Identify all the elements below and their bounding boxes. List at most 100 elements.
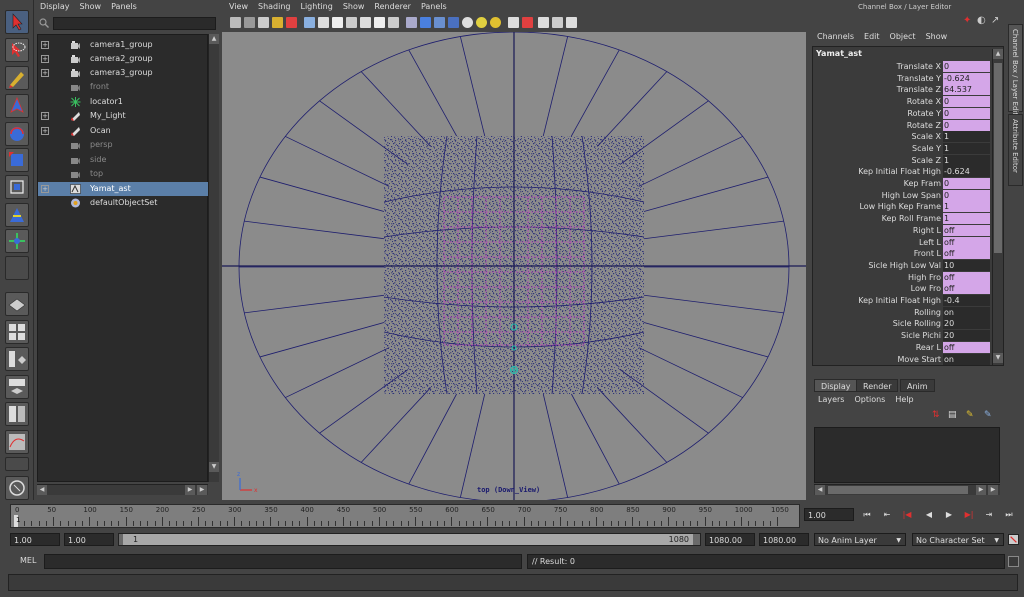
scroll-right-end-icon[interactable]: ▶ [197,485,207,495]
channel-row[interactable]: Rotate X0 [813,96,991,108]
channel-name[interactable]: Rotate Y [907,108,941,119]
viewport-menu-show[interactable]: Show [338,0,370,14]
channel-value-field[interactable]: 1 [943,142,990,154]
channel-row[interactable]: Translate Z 64.537 [813,84,991,96]
channel-name[interactable]: Front L [914,248,941,259]
range-slider[interactable]: 1 1080 [118,533,701,546]
layer-menu-options[interactable]: Options [849,393,890,407]
show-manipulator-icon[interactable] [5,229,29,253]
scroll-down-icon[interactable]: ▼ [209,462,219,472]
channel-value-field[interactable]: 0 [943,61,990,72]
channelbox-menu-channels[interactable]: Channels [810,30,859,44]
channel-name[interactable]: High Low Span [882,190,941,201]
outliner-item[interactable]: front [38,80,208,94]
channel-name[interactable]: Sicle Pichi [901,330,941,341]
channel-name[interactable]: Translate Y [897,73,941,84]
channelbox-menu-edit[interactable]: Edit [859,30,885,44]
persp-graph-layout-icon[interactable] [5,347,29,371]
channel-name[interactable]: Kep Fram [904,178,941,189]
play-backwards-icon[interactable]: ◀ [922,508,936,522]
channel-row[interactable]: High Low Span 0 [813,189,991,201]
character-set-dropdown[interactable]: No Character Set ▼ [912,533,1004,546]
attribute-editor-toggle-icon[interactable]: ↗ [991,15,999,26]
channel-name[interactable]: Scale X [911,131,941,142]
go-to-start-icon[interactable]: ⏮ [860,508,874,522]
channel-value-field[interactable]: -0.4 [943,295,990,306]
tab-render[interactable]: Render [856,379,899,392]
command-language-label[interactable]: MEL [20,556,36,565]
wireframe-on-shaded-icon[interactable] [434,17,445,28]
channel-row[interactable]: Scale Z1 [813,154,991,166]
layer-options-icon[interactable]: ✎ [984,410,992,420]
channel-value-field[interactable]: 1 [943,201,990,213]
time-slider[interactable]: 0 50 100 150 200 250 300 350 400 450 500 550 600 650 7… [10,504,800,528]
scale-tool-icon[interactable] [5,148,29,172]
textured-icon[interactable] [448,17,459,28]
channel-value-field[interactable]: off [943,236,990,248]
channel-name[interactable]: Low High Kep Frame [859,201,941,212]
channel-name[interactable]: Kep Initial Float High [858,295,941,306]
channel-row[interactable]: Kep Initial Float High -0.4 [813,295,991,306]
expand-icon[interactable]: + [41,69,49,77]
channel-row[interactable]: Move Start on [813,353,991,365]
single-view-layout-icon[interactable] [5,292,29,316]
outliner-menu-panels[interactable]: Panels [106,0,142,14]
select-camera-icon[interactable] [230,17,241,28]
channel-value-field[interactable]: 1 [943,213,990,225]
move-tool-icon[interactable] [5,94,29,118]
scroll-left-icon[interactable]: ◀ [815,485,825,495]
smooth-shade-icon[interactable] [420,17,431,28]
expand-icon[interactable]: + [41,41,49,49]
channel-row[interactable]: Left Loff [813,236,991,248]
isolate-select-icon[interactable] [508,17,519,28]
layer-menu-layers[interactable]: Layers [812,393,849,407]
channel-row[interactable]: Rotate Z0 [813,119,991,131]
channel-value-field[interactable]: 20 [943,330,990,342]
four-view-layout-icon[interactable] [5,320,29,344]
channel-box-toggle-icon[interactable]: ✦ [963,15,971,26]
outliner-item[interactable]: locator1 [38,95,208,109]
channel-row[interactable]: Sicle Rolling 20 [813,318,991,330]
outliner-item[interactable]: persp [38,138,208,152]
persp-outliner-layout-icon[interactable] [5,375,29,399]
scroll-down-icon[interactable]: ▼ [993,353,1003,363]
scroll-thumb[interactable] [828,486,968,494]
channel-row[interactable]: Kep Initial Float High -0.624 [813,166,991,178]
channel-name[interactable]: Translate Z [897,84,941,95]
channel-row[interactable]: Scale Y1 [813,142,991,154]
channel-name[interactable]: Move Start [897,354,941,365]
anim-layer-dropdown[interactable]: No Anim Layer ▼ [814,533,906,546]
tab-attribute-editor[interactable]: Attribute Editor [1008,114,1023,186]
channel-row[interactable]: Sicle High Low Val 10 [813,259,991,271]
layer-editor-toggle-icon[interactable]: ◐ [977,15,986,26]
channelbox-scrollbar[interactable]: ▲ ▼ [992,49,1003,365]
paint-select-tool-icon[interactable] [5,66,29,90]
backface-culling-icon[interactable] [552,17,563,28]
safe-title-icon[interactable] [388,17,399,28]
channel-name[interactable]: Rear L [916,342,941,353]
channel-value-field[interactable]: 64.537 [943,84,990,96]
channel-name[interactable]: Sicle Rolling [893,318,941,329]
scroll-up-icon[interactable]: ▲ [993,49,1003,59]
tab-anim[interactable]: Anim [900,379,935,392]
outliner-item[interactable]: side [38,153,208,167]
outliner-item[interactable]: + My_Light [38,109,208,123]
safe-action-icon[interactable] [374,17,385,28]
expand-icon[interactable]: + [41,112,49,120]
outliner-horizontal-scrollbar[interactable]: ◀ ▶ ▶ [37,484,208,495]
channel-value-field[interactable]: off [943,271,990,283]
new-layer-from-selection-icon[interactable]: ✎ [966,410,974,420]
outliner-item[interactable]: top [38,167,208,181]
film-gate-icon[interactable] [318,17,329,28]
hide-ui-toggle-icon[interactable] [5,476,29,500]
channel-name[interactable]: Sicle High Low Val [868,260,941,271]
step-forward-key-icon[interactable]: ⇥ [982,508,996,522]
image-plane-icon[interactable] [272,17,283,28]
step-back-frame-icon[interactable]: |◀ [900,508,914,522]
channel-name[interactable]: Left L [919,237,941,248]
channel-name[interactable]: Rotate X [907,96,941,107]
channel-value-field[interactable]: -0.624 [943,166,990,178]
channel-value-field[interactable]: 0 [943,189,990,201]
channel-row[interactable]: Kep Fram 0 [813,178,991,189]
channel-name[interactable]: Kep Initial Float High [858,166,941,177]
